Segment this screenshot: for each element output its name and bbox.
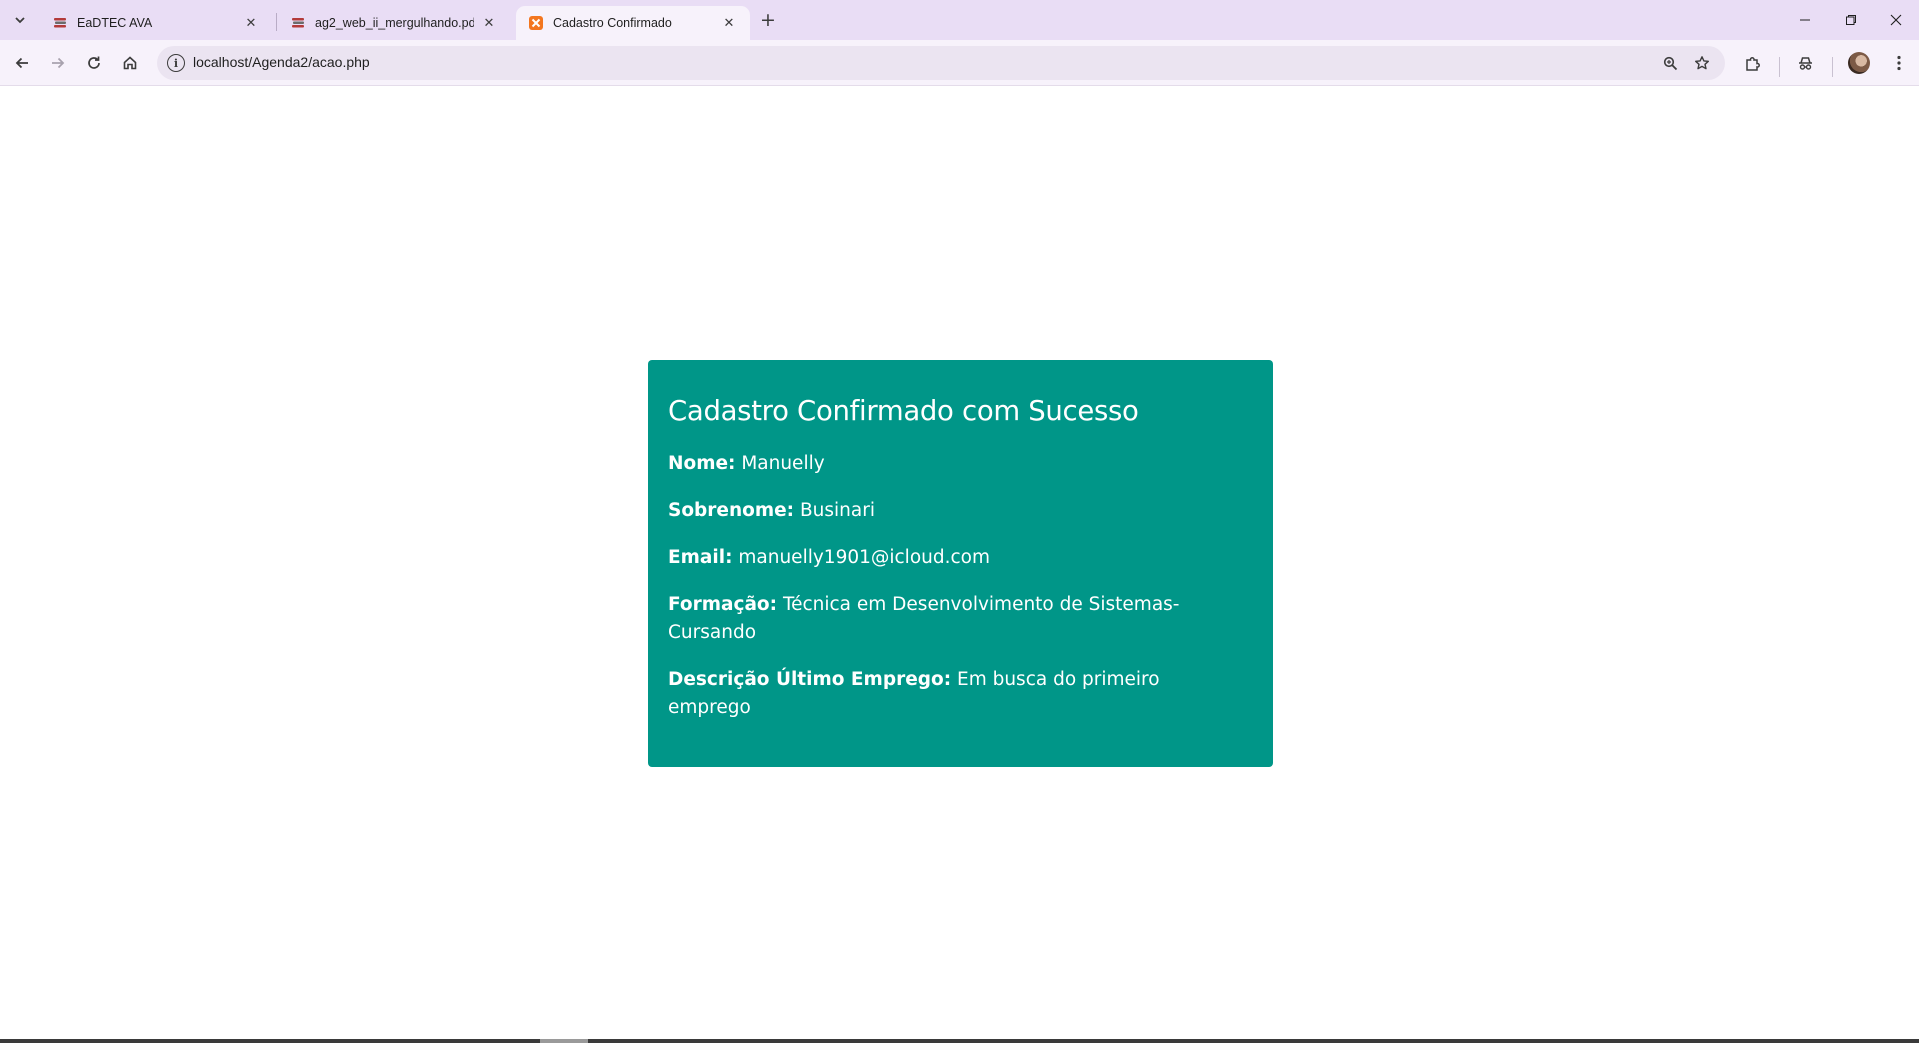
field-value: Businari xyxy=(799,500,875,521)
close-icon[interactable]: ✕ xyxy=(242,14,260,32)
field-value: Manuelly xyxy=(741,453,825,474)
page-viewport: Cadastro Confirmado com Sucesso Nome: Ma… xyxy=(0,87,1919,1039)
url-text[interactable]: localhost/Agenda2/acao.php xyxy=(193,54,370,70)
field-formacao: Formação: Técnica em Desenvolvimento de … xyxy=(668,591,1228,647)
field-email: Email: manuelly1901@icloud.com xyxy=(668,544,1228,572)
field-value: manuelly1901@icloud.com xyxy=(738,547,991,568)
close-icon[interactable]: ✕ xyxy=(480,14,498,32)
field-ultimo-emprego: Descrição Último Emprego: Em busca do pr… xyxy=(668,666,1228,722)
back-arrow-icon[interactable] xyxy=(8,49,36,77)
new-tab-plus-icon[interactable]: + xyxy=(755,8,781,32)
tab-title: ag2_web_ii_mergulhando.pdf xyxy=(315,16,474,30)
scrollbar-thumb[interactable] xyxy=(540,1039,588,1043)
tab-eadtec[interactable]: EaDTEC AVA ✕ xyxy=(40,6,272,40)
menu-kebab-icon[interactable] xyxy=(1885,49,1913,77)
field-label: Nome: xyxy=(668,453,736,474)
tab-title: Cadastro Confirmado xyxy=(553,16,672,30)
xampp-icon xyxy=(529,16,543,30)
close-icon[interactable]: ✕ xyxy=(720,14,738,32)
field-label: Sobrenome: xyxy=(668,500,795,521)
toolbar-divider xyxy=(1832,57,1833,77)
field-sobrenome: Sobrenome: Businari xyxy=(668,497,1228,525)
field-label: Descrição Último Emprego: xyxy=(668,669,952,690)
book-stack-icon xyxy=(292,18,304,28)
field-label: Formação: xyxy=(668,594,778,615)
horizontal-scrollbar[interactable] xyxy=(0,1039,1919,1043)
book-stack-icon xyxy=(54,18,66,28)
restore-icon[interactable] xyxy=(1828,0,1874,40)
tab-cadastro-confirmado[interactable]: Cadastro Confirmado ✕ xyxy=(516,6,750,40)
close-window-icon[interactable] xyxy=(1873,0,1919,40)
address-bar[interactable]: i localhost/Agenda2/acao.php xyxy=(157,46,1725,80)
tab-title: EaDTEC AVA xyxy=(77,16,153,30)
extensions-puzzle-icon[interactable] xyxy=(1738,49,1766,77)
site-info-icon[interactable]: i xyxy=(167,54,185,72)
bookmark-star-icon[interactable] xyxy=(1691,52,1713,74)
toolbar-divider xyxy=(1779,57,1780,77)
minimize-icon[interactable] xyxy=(1782,0,1828,40)
field-nome: Nome: Manuelly xyxy=(668,450,1228,478)
tab-pdf[interactable]: ag2_web_ii_mergulhando.pdf ✕ xyxy=(278,6,510,40)
profile-avatar[interactable] xyxy=(1848,52,1870,74)
tab-divider xyxy=(276,13,277,31)
card-heading: Cadastro Confirmado com Sucesso xyxy=(668,395,1139,427)
forward-arrow-icon[interactable] xyxy=(44,49,72,77)
tab-search-chevron-icon[interactable] xyxy=(8,8,32,32)
incognito-icon[interactable] xyxy=(1791,49,1819,77)
tab-strip: EaDTEC AVA ✕ ag2_web_ii_mergulhando.pdf … xyxy=(0,0,1919,40)
field-label: Email: xyxy=(668,547,733,568)
browser-toolbar: i localhost/Agenda2/acao.php xyxy=(0,40,1919,86)
confirmation-card: Cadastro Confirmado com Sucesso Nome: Ma… xyxy=(648,360,1273,767)
zoom-icon[interactable] xyxy=(1659,52,1681,74)
home-icon[interactable] xyxy=(116,49,144,77)
reload-icon[interactable] xyxy=(80,49,108,77)
